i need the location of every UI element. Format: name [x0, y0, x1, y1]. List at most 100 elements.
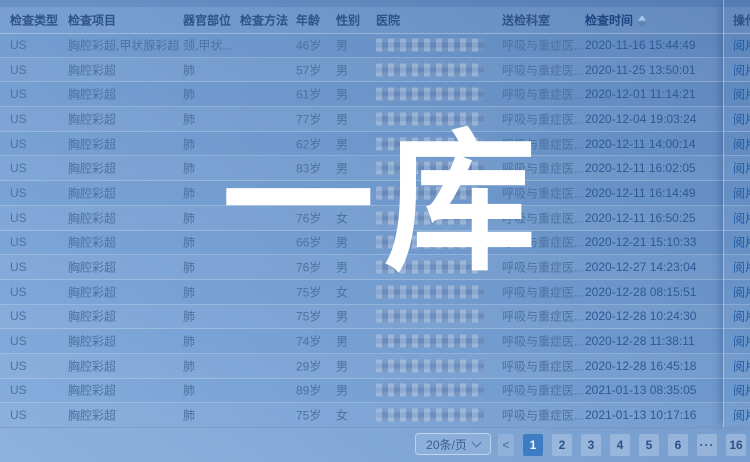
- page-button-2[interactable]: 2: [552, 434, 572, 456]
- table-row[interactable]: US胸腔彩超肺61岁男呼吸与重症医...2020-12-01 11:14:21阅…: [0, 82, 750, 107]
- page-button-3[interactable]: 3: [581, 434, 601, 456]
- cell-item: 胸腔彩超: [68, 61, 181, 78]
- cell-type: US: [10, 87, 62, 101]
- view-film-link[interactable]: 阅片: [733, 234, 750, 251]
- cell-dept: 呼吸与重症医...: [502, 407, 583, 424]
- view-film-link[interactable]: 阅片: [733, 61, 750, 78]
- cell-item: 胸腔彩超: [68, 86, 181, 103]
- cell-gender: 男: [336, 308, 376, 325]
- cell-gender: 男: [336, 184, 376, 201]
- cell-organ: 肺: [183, 135, 237, 152]
- cell-age: 62岁: [296, 135, 338, 152]
- view-film-link[interactable]: 阅片: [733, 407, 750, 424]
- cell-organ: 肺: [183, 86, 237, 103]
- table-row[interactable]: US胸腔彩超肺66岁男呼吸与重症医...2020-12-21 15:10:33阅…: [0, 231, 750, 256]
- table-row[interactable]: US胸腔彩超肺78岁男呼吸与重症医...2020-12-11 16:14:49阅…: [0, 181, 750, 206]
- view-film-link[interactable]: 阅片: [733, 357, 750, 374]
- page-button-5[interactable]: 5: [639, 434, 659, 456]
- cell-dept: 呼吸与重症医...: [502, 357, 583, 374]
- view-film-link[interactable]: 阅片: [733, 283, 750, 300]
- cell-organ: 肺: [183, 407, 237, 424]
- table-row[interactable]: US胸腔彩超,甲状腺彩超颈,甲状...46岁男呼吸与重症医...2020-11-…: [0, 33, 750, 58]
- hospital-redacted-block: [376, 335, 484, 348]
- cell-organ: 肺: [183, 308, 237, 325]
- hospital-redacted-block: [376, 310, 484, 323]
- view-film-link[interactable]: 阅片: [733, 36, 750, 53]
- cell-time: 2021-01-13 08:35:05: [585, 383, 723, 397]
- column-header-dept: 送检科室: [502, 12, 583, 29]
- view-film-link[interactable]: 阅片: [733, 382, 750, 399]
- view-film-link[interactable]: 阅片: [733, 308, 750, 325]
- cell-organ: 肺: [183, 357, 237, 374]
- table-body: US胸腔彩超,甲状腺彩超颈,甲状...46岁男呼吸与重症医...2020-11-…: [0, 33, 750, 428]
- table-row[interactable]: US胸腔彩超肺75岁女呼吸与重症医...2021-01-13 10:17:16阅…: [0, 403, 750, 428]
- cell-age: 57岁: [296, 61, 338, 78]
- hospital-redacted-block: [376, 162, 484, 175]
- view-film-link[interactable]: 阅片: [733, 184, 750, 201]
- view-film-link[interactable]: 阅片: [733, 209, 750, 226]
- cell-type: US: [10, 235, 62, 249]
- cell-type: US: [10, 211, 62, 225]
- cell-time: 2020-12-28 10:24:30: [585, 309, 723, 323]
- hospital-redacted-block: [376, 285, 484, 298]
- cell-age: 29岁: [296, 357, 338, 374]
- cell-type: US: [10, 359, 62, 373]
- table-row[interactable]: US胸腔彩超肺75岁女呼吸与重症医...2020-12-28 08:15:51阅…: [0, 280, 750, 305]
- table-row[interactable]: US胸腔彩超肺75岁男呼吸与重症医...2020-12-28 10:24:30阅…: [0, 305, 750, 330]
- exam-list-screen: 检查类型检查项目器官部位检查方法年龄性别医院送检科室检查时间操作 US 胸腔彩超,…: [0, 0, 750, 462]
- page-size-select[interactable]: 20条/页: [415, 433, 491, 455]
- column-header-time[interactable]: 检查时间: [585, 12, 723, 29]
- cell-organ: 肺: [183, 160, 237, 177]
- table-row[interactable]: US胸腔彩超肺76岁女呼吸与重症医...2020-12-11 16:50:25阅…: [0, 206, 750, 231]
- page-button-6[interactable]: 6: [668, 434, 688, 456]
- cell-time: 2020-11-16 15:44:49: [585, 38, 723, 52]
- page-button-1[interactable]: 1: [523, 434, 543, 456]
- view-film-link[interactable]: 阅片: [733, 259, 750, 276]
- table-row[interactable]: US胸腔彩超肺76岁男呼吸与重症医...2020-12-27 14:23:04阅…: [0, 255, 750, 280]
- table-header-row: 检查类型检查项目器官部位检查方法年龄性别医院送检科室检查时间操作: [0, 7, 750, 34]
- table-row[interactable]: US胸腔彩超肺77岁男呼吸与重症医...2020-12-04 19:03:24阅…: [0, 107, 750, 132]
- cell-gender: 男: [336, 135, 376, 152]
- cell-dept: 呼吸与重症医...: [502, 86, 583, 103]
- table-row[interactable]: US胸腔彩超肺74岁男呼吸与重症医...2020-12-28 11:38:11阅…: [0, 329, 750, 354]
- view-film-link[interactable]: 阅片: [733, 333, 750, 350]
- cell-time: 2020-12-01 11:14:21: [585, 87, 723, 101]
- cell-item: 胸腔彩超: [68, 184, 181, 201]
- cell-type: US: [10, 334, 62, 348]
- top-strip: [0, 0, 750, 7]
- table-row[interactable]: US胸腔彩超肺57岁男呼吸与重症医...2020-11-25 13:50:01阅…: [0, 58, 750, 83]
- table-row[interactable]: US胸腔彩超肺83岁男呼吸与重症医...2020-12-11 16:02:05阅…: [0, 156, 750, 181]
- prev-page-button[interactable]: <: [498, 434, 514, 456]
- view-film-link[interactable]: 阅片: [733, 160, 750, 177]
- hospital-redacted-block: [376, 112, 484, 125]
- cell-item: 胸腔彩超,甲状腺彩超: [68, 36, 181, 53]
- cell-organ: 颈,甲状...: [183, 36, 237, 53]
- cell-gender: 男: [336, 61, 376, 78]
- view-film-link[interactable]: 阅片: [733, 86, 750, 103]
- cell-gender: 男: [336, 36, 376, 53]
- table-row[interactable]: US胸腔彩超肺89岁男呼吸与重症医...2021-01-13 08:35:05阅…: [0, 379, 750, 404]
- cell-age: 83岁: [296, 160, 338, 177]
- cell-gender: 男: [336, 333, 376, 350]
- page-button-4[interactable]: 4: [610, 434, 630, 456]
- pager: <123456 ··· 16: [498, 434, 746, 456]
- cell-organ: 肺: [183, 259, 237, 276]
- cell-type: US: [10, 38, 62, 52]
- cell-dept: 呼吸与重症医...: [502, 61, 583, 78]
- chevron-down-icon: [471, 438, 481, 448]
- view-film-link[interactable]: 阅片: [733, 135, 750, 152]
- page-button-16[interactable]: 16: [726, 434, 746, 456]
- cell-gender: 女: [336, 283, 376, 300]
- more-pages-button[interactable]: ···: [697, 434, 717, 456]
- hospital-redacted-block: [376, 186, 484, 199]
- column-header-method: 检查方法: [240, 12, 292, 29]
- cell-item: 胸腔彩超: [68, 234, 181, 251]
- table-row[interactable]: US胸腔彩超肺62岁男呼吸与重症医...2020-12-11 14:00:14阅…: [0, 132, 750, 157]
- cell-time: 2020-12-28 11:38:11: [585, 334, 723, 348]
- cell-time: 2020-12-28 16:45:18: [585, 359, 723, 373]
- cell-type: US: [10, 137, 62, 151]
- cell-time: 2020-12-11 16:02:05: [585, 161, 723, 175]
- view-film-link[interactable]: 阅片: [733, 110, 750, 127]
- cell-age: 75岁: [296, 308, 338, 325]
- table-row[interactable]: US胸腔彩超肺29岁男呼吸与重症医...2020-12-28 16:45:18阅…: [0, 354, 750, 379]
